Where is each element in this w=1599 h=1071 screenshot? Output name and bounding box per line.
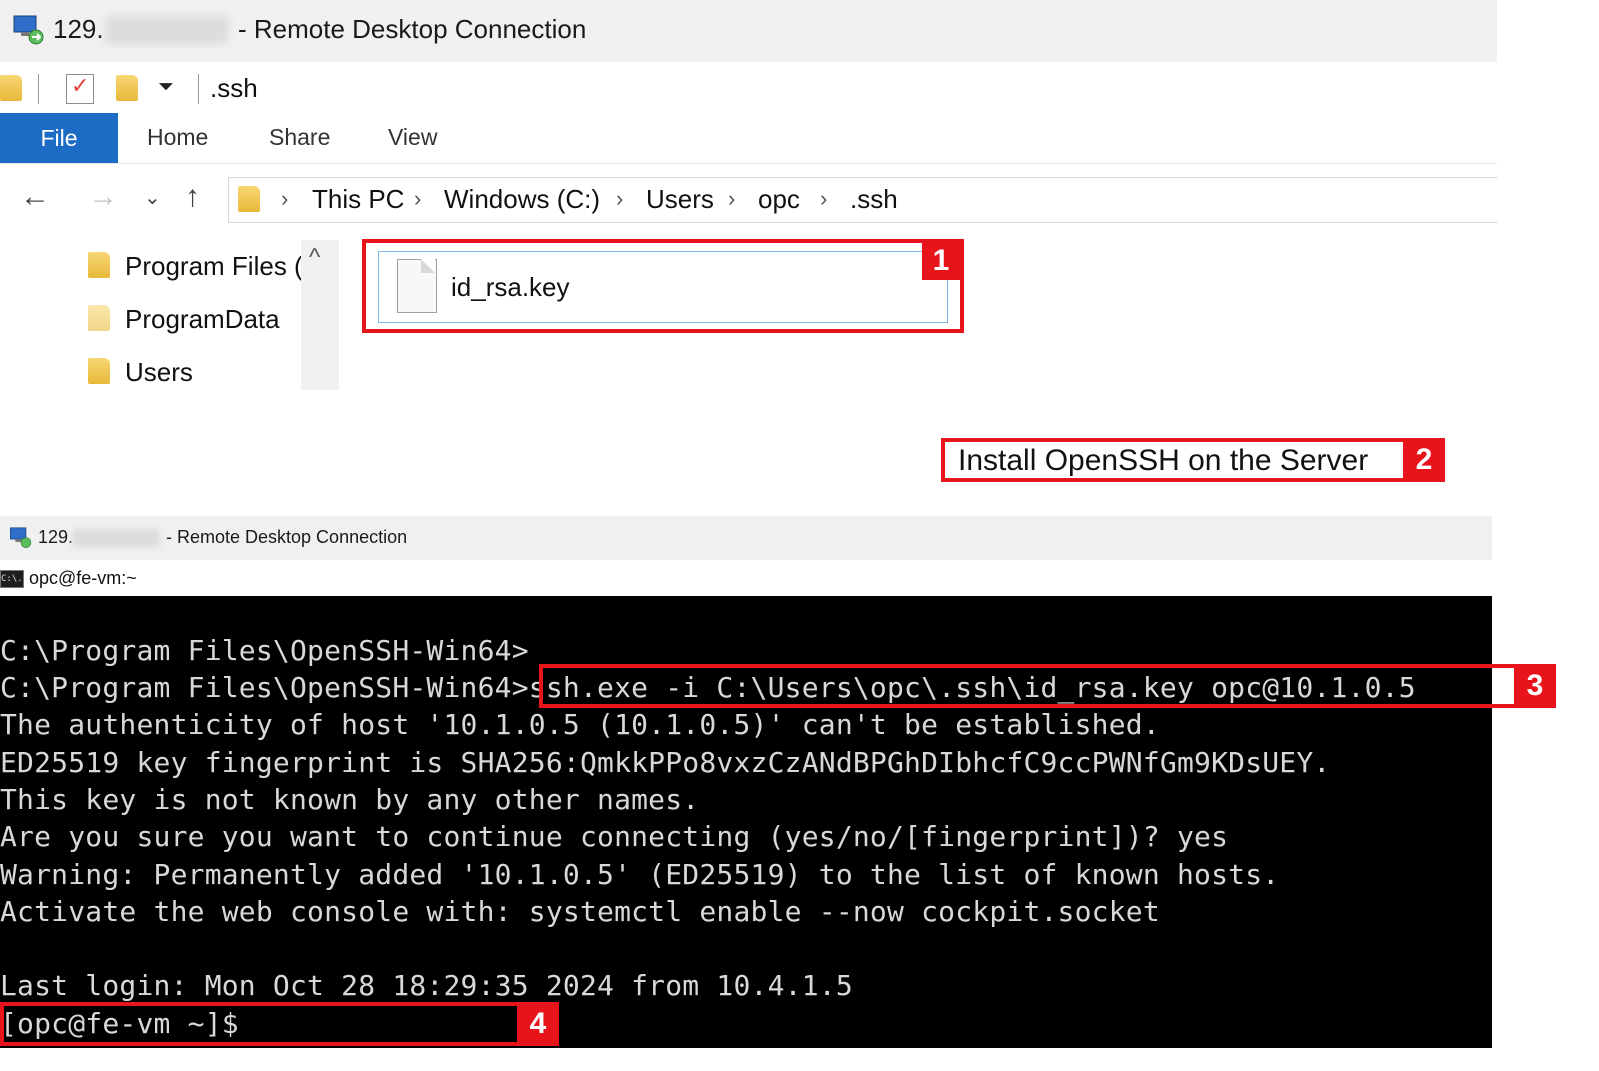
chevron-right-icon[interactable]: › xyxy=(728,186,735,212)
toolbar-separator xyxy=(198,74,199,104)
breadcrumb-this-pc[interactable]: This PC xyxy=(312,184,404,215)
breadcrumb-opc[interactable]: opc xyxy=(758,184,800,215)
terminal-line: The authenticity of host '10.1.0.5 (10.1… xyxy=(0,708,1160,741)
callout-box-4 xyxy=(0,1002,559,1046)
callout-badge-1: 1 xyxy=(922,242,960,280)
window-title-suffix: - Remote Desktop Connection xyxy=(166,527,408,547)
console-icon: C:\. xyxy=(0,570,24,588)
recent-locations-chevron-icon[interactable]: ⌄ xyxy=(144,185,161,210)
new-folder-icon[interactable] xyxy=(116,75,138,101)
breadcrumb-ssh[interactable]: .ssh xyxy=(850,184,898,215)
up-arrow-icon[interactable]: ↑ xyxy=(185,180,200,214)
folder-icon xyxy=(88,358,110,384)
tab-share[interactable]: Share xyxy=(269,124,330,151)
callout-label-2: Install OpenSSH on the Server xyxy=(958,444,1369,477)
callout-box-1 xyxy=(362,239,964,333)
remote-desktop-icon xyxy=(10,527,32,548)
properties-icon[interactable]: ✓ xyxy=(66,73,94,104)
callout-badge-2: 2 xyxy=(1403,438,1445,482)
folder-icon xyxy=(88,305,110,331)
chevron-right-icon[interactable]: › xyxy=(616,186,623,212)
terminal-line: C:\Program Files\OpenSSH-Win64> xyxy=(0,634,529,667)
ribbon xyxy=(0,113,1497,164)
customize-toolbar-icon[interactable]: ⏷ xyxy=(158,76,174,99)
callout-badge-3: 3 xyxy=(1514,664,1556,708)
address-folder-icon xyxy=(238,186,260,212)
callout-badge-4: 4 xyxy=(517,1002,559,1046)
console-title: opc@fe-vm:~ xyxy=(29,568,137,588)
terminal-line: Activate the web console with: systemctl… xyxy=(0,895,1160,928)
tab-file[interactable]: File xyxy=(0,113,118,163)
back-arrow-icon[interactable]: ← xyxy=(20,180,50,214)
tab-view[interactable]: View xyxy=(388,124,437,151)
scroll-up-icon[interactable]: ^ xyxy=(309,244,320,272)
folder-icon xyxy=(88,252,110,278)
breadcrumb-windows-c[interactable]: Windows (C:) xyxy=(444,184,600,215)
terminal-line: ED25519 key fingerprint is SHA256:QmkkPP… xyxy=(0,746,1331,779)
folder-icon[interactable] xyxy=(0,75,22,101)
remote-desktop-icon xyxy=(13,15,44,45)
current-folder-title: .ssh xyxy=(210,73,258,103)
terminal-line: Warning: Permanently added '10.1.0.5' (E… xyxy=(0,858,1280,891)
tree-item-users[interactable]: Users xyxy=(125,357,193,388)
chevron-right-icon[interactable]: › xyxy=(414,186,421,212)
redacted-ip xyxy=(72,529,160,547)
chevron-right-icon[interactable]: › xyxy=(281,186,288,212)
tree-item-program-files[interactable]: Program Files ( xyxy=(125,251,303,282)
breadcrumb-users[interactable]: Users xyxy=(646,184,714,215)
terminal-line: Last login: Mon Oct 28 18:29:35 2024 fro… xyxy=(0,969,853,1002)
toolbar-separator xyxy=(38,74,39,104)
chevron-right-icon[interactable]: › xyxy=(820,186,827,212)
tree-item-programdata[interactable]: ProgramData xyxy=(125,304,280,335)
window-title-prefix: 129. xyxy=(38,527,74,547)
redacted-ip xyxy=(106,16,228,44)
callout-box-3 xyxy=(539,664,1556,708)
window-title-prefix: 129. xyxy=(53,14,104,44)
terminal-line: Are you sure you want to continue connec… xyxy=(0,820,1229,853)
tab-home[interactable]: Home xyxy=(147,124,208,151)
window-title-suffix: - Remote Desktop Connection xyxy=(238,14,587,44)
console-titlebar xyxy=(0,562,1492,596)
terminal-line: This key is not known by any other names… xyxy=(0,783,700,816)
forward-arrow-icon[interactable]: → xyxy=(88,180,118,214)
